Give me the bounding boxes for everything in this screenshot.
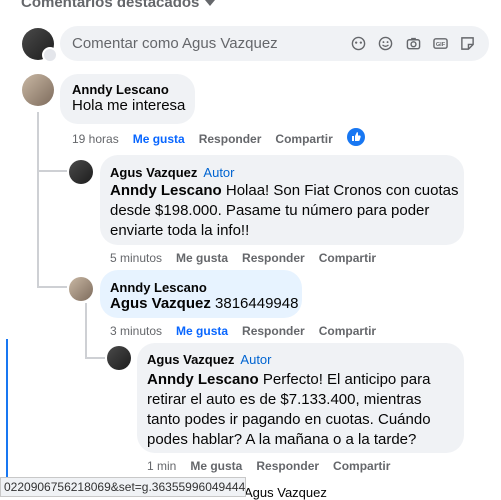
comment-text-line: desde $198.000. Pasame tu número para po… [110, 202, 430, 219]
comment-text-line: retirar el auto es de $7.133.400, mientr… [147, 391, 422, 408]
comment-time[interactable]: 19 horas [72, 132, 119, 146]
comment-text-line: 3816449948 [210, 295, 299, 312]
comment-input-placeholder: Comentar como Agus Vazquez [72, 35, 278, 52]
avatar[interactable] [69, 277, 93, 301]
comment-time[interactable]: 3 minutos [110, 324, 162, 338]
camera-icon[interactable] [406, 36, 421, 51]
next-comment-author[interactable]: Agus Vazquez [244, 485, 327, 500]
status-bar-url: 0220906756218069&set=g.363559960494440 [0, 477, 246, 497]
comment-actions: 1 min Me gusta Responder Compartir [147, 459, 404, 473]
avatar[interactable] [107, 346, 131, 370]
comment-text-line: Holaa! Son Fiat Cronos con cuotas [221, 182, 459, 199]
like-button[interactable]: Me gusta [133, 132, 185, 146]
avatar[interactable] [22, 74, 54, 106]
thread-connector [37, 170, 67, 172]
comment-bubble: Anndy Lescano Hola me interesa [60, 74, 195, 124]
comment-text: Hola me interesa [72, 97, 186, 114]
focus-indicator [6, 339, 8, 495]
avatar-sticker-icon[interactable] [351, 36, 366, 51]
author-badge: Autor [203, 165, 235, 180]
comment-input[interactable]: Comentar como Agus Vazquez GIF [60, 26, 489, 61]
featured-comments-header[interactable]: Comentarios destacados [21, 0, 216, 11]
author-badge: Autor [240, 352, 272, 367]
thread-connector [85, 357, 105, 359]
featured-comments-label: Comentarios destacados [21, 0, 200, 11]
comment-author[interactable]: Agus Vazquez [147, 352, 234, 367]
mention-link[interactable]: Anndy Lescano [147, 371, 259, 388]
comment-text-line: enviarte toda la info!! [110, 222, 250, 239]
avatar[interactable] [69, 160, 93, 184]
comment-text: Agus Vazquez 3816449948 [110, 294, 298, 314]
svg-text:GIF: GIF [436, 42, 446, 48]
comment-time[interactable]: 5 minutos [110, 251, 162, 265]
comment-bubble: Agus Vazquez Autor Anndy Lescano Holaa! S… [100, 155, 464, 245]
like-reaction-icon[interactable] [347, 128, 365, 146]
comment-author[interactable]: Anndy Lescano [110, 280, 207, 295]
share-button[interactable]: Compartir [275, 132, 332, 146]
sticker-icon[interactable] [460, 36, 475, 51]
comment-text: Anndy Lescano Holaa! Son Fiat Cronos con… [110, 181, 460, 241]
comment-author[interactable]: Anndy Lescano [72, 82, 169, 97]
like-button[interactable]: Me gusta [176, 251, 228, 265]
reply-button[interactable]: Responder [242, 324, 305, 338]
avatar-menu-chevron-icon[interactable] [42, 47, 58, 63]
reply-button[interactable]: Responder [199, 132, 262, 146]
comment-text-line: tanto podes ir pagando en cuotas. Cuándo [147, 411, 431, 428]
share-button[interactable]: Compartir [333, 459, 390, 473]
comment-author[interactable]: Agus Vazquez [110, 165, 197, 180]
comment-text-line: Perfecto! El anticipo para [258, 371, 431, 388]
emoji-icon[interactable] [378, 36, 393, 51]
comment-author-line: Agus Vazquez Autor [147, 352, 272, 367]
comment-bubble: Anndy Lescano Agus Vazquez 3816449948 [100, 270, 302, 318]
chevron-down-icon [205, 0, 216, 7]
thread-line [85, 303, 87, 358]
thread-line [37, 112, 39, 287]
gif-icon[interactable]: GIF [433, 36, 448, 51]
comment-text-line: podes hablar? A la mañana o a la tarde? [147, 431, 417, 448]
comment-text: Anndy Lescano Perfecto! El anticipo para… [147, 370, 462, 450]
comment-actions: 5 minutos Me gusta Responder Compartir [110, 251, 390, 265]
thread-connector [37, 286, 67, 288]
comment-bubble: Agus Vazquez Autor Anndy Lescano Perfecto… [137, 343, 464, 453]
mention-link[interactable]: Agus Vazquez [110, 295, 211, 312]
like-button[interactable]: Me gusta [176, 324, 228, 338]
reply-button[interactable]: Responder [242, 251, 305, 265]
comment-actions: 19 horas Me gusta Responder Compartir [72, 132, 347, 146]
reply-button[interactable]: Responder [256, 459, 319, 473]
comment-actions: 3 minutos Me gusta Responder Compartir [110, 324, 390, 338]
mention-link[interactable]: Anndy Lescano [110, 182, 222, 199]
comment-author-line: Agus Vazquez Autor [110, 165, 235, 180]
like-button[interactable]: Me gusta [190, 459, 242, 473]
comment-time[interactable]: 1 min [147, 459, 176, 473]
share-button[interactable]: Compartir [319, 324, 376, 338]
share-button[interactable]: Compartir [319, 251, 376, 265]
